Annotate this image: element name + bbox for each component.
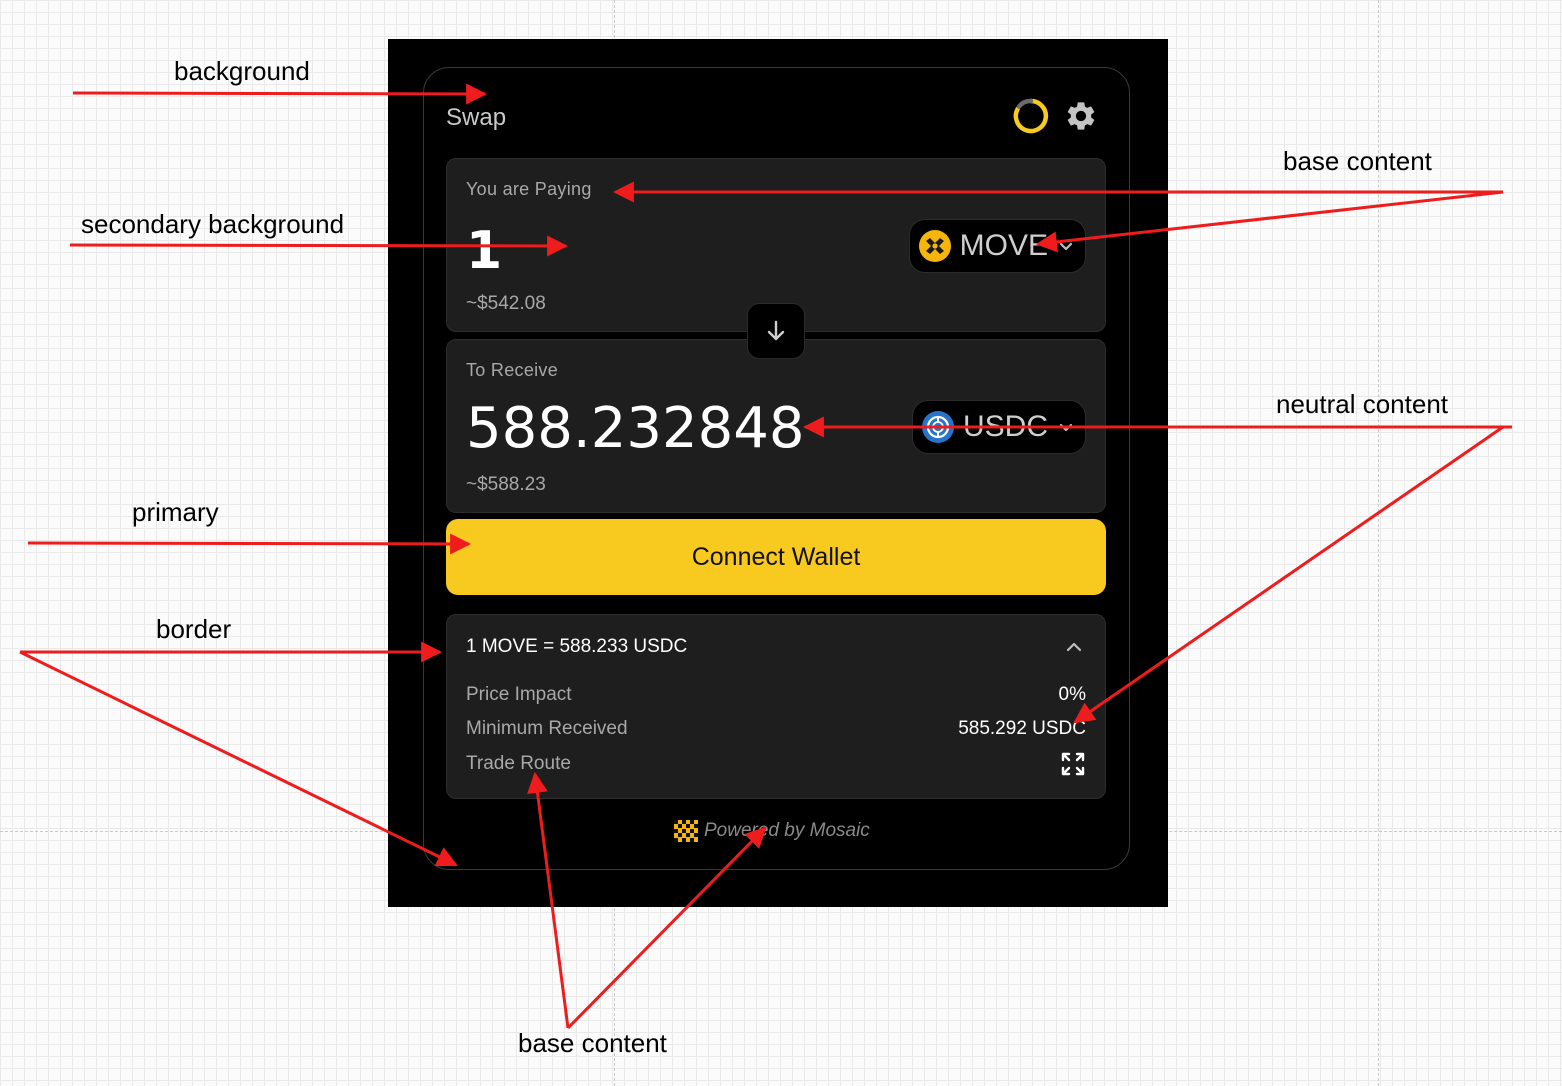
receive-panel: To Receive 588.232848 ~$588.23 USDC (446, 339, 1106, 513)
powered-by-text: Powered by Mosaic (704, 820, 870, 841)
pay-usd-value: ~$542.08 (466, 293, 546, 314)
receive-usd-value: ~$588.23 (466, 474, 546, 495)
annotation-border: border (156, 614, 232, 644)
exchange-rate: 1 MOVE = 588.233 USDC (466, 636, 688, 657)
settings-button[interactable] (1062, 97, 1100, 135)
annotation-base-content-bottom: base content (518, 1028, 667, 1058)
annotation-base-content: base content (1283, 146, 1432, 176)
refresh-button[interactable] (1012, 97, 1050, 135)
trade-route-label: Trade Route (466, 753, 571, 774)
minimum-received-label: Minimum Received (466, 718, 628, 739)
flip-tokens-button[interactable] (747, 303, 805, 359)
receive-token-name: USDC (962, 410, 1048, 443)
minimum-received-value: 585.292 USDC (958, 718, 1086, 739)
swap-title: Swap (446, 104, 507, 131)
pay-amount-input[interactable]: 1 (466, 221, 502, 281)
chevron-up-icon (1066, 642, 1082, 652)
gear-icon (1067, 102, 1095, 130)
move-token-icon (918, 230, 951, 262)
collapse-details-button[interactable] (1062, 635, 1086, 659)
powered-by: Powered by Mosaic (674, 820, 870, 842)
chevron-down-icon (1059, 423, 1073, 432)
receive-amount: 588.232848 (466, 396, 805, 461)
arrow-down-icon (767, 320, 785, 341)
trade-details-panel: 1 MOVE = 588.233 USDC Price Impact 0% Mi… (446, 614, 1106, 799)
chevron-down-icon (1059, 242, 1073, 251)
annotation-background: background (174, 56, 310, 86)
pay-token-selector[interactable]: MOVE (908, 219, 1086, 273)
annotation-primary: primary (132, 497, 219, 527)
pay-token-name: MOVE (959, 229, 1048, 262)
annotation-secondary-background: secondary background (81, 209, 345, 239)
refresh-icon (1013, 98, 1049, 134)
pay-label: You are Paying (466, 179, 592, 199)
price-impact-value: 0% (1058, 684, 1086, 705)
annotation-neutral-content: neutral content (1276, 389, 1449, 419)
receive-token-selector[interactable]: USDC (911, 400, 1086, 454)
receive-label: To Receive (466, 360, 559, 380)
expand-icon (1061, 752, 1085, 776)
usdc-token-icon (921, 411, 954, 443)
expand-route-button[interactable] (1060, 751, 1086, 777)
connect-wallet-button[interactable]: Connect Wallet (446, 519, 1106, 595)
price-impact-label: Price Impact (466, 684, 572, 705)
mosaic-logo-icon (674, 820, 698, 842)
